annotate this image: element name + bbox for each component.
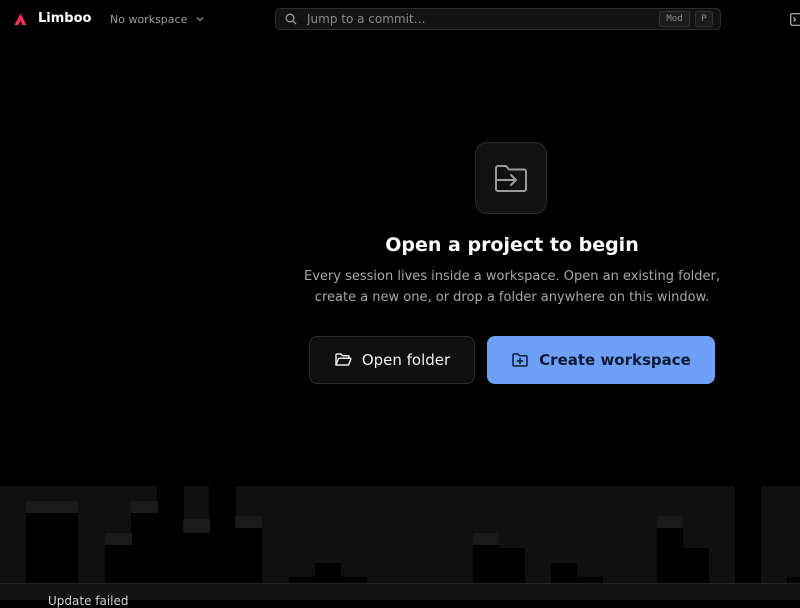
description-line-2: create a new one, or drop a folder anywh… <box>314 290 710 305</box>
status-bar: Update failed <box>0 583 800 608</box>
folder-open-icon <box>335 353 352 366</box>
workspace-selector-label: No workspace <box>110 12 188 26</box>
empty-state-title: Open a project to begin <box>385 234 639 256</box>
open-folder-button[interactable]: Open folder <box>309 336 475 384</box>
search-input[interactable] <box>305 11 649 27</box>
open-folder-label: Open folder <box>361 351 451 369</box>
empty-state-description: Every session lives inside a workspace. … <box>262 266 762 308</box>
shortcut-key-mod: Mod <box>659 11 690 27</box>
top-bar: Limboo No workspace Mod P <box>0 0 800 40</box>
create-workspace-label: Create workspace <box>539 351 691 369</box>
terminal-icon[interactable] <box>790 13 800 26</box>
background-pattern <box>0 486 800 583</box>
description-line-1: Every session lives inside a workspace. … <box>304 269 720 284</box>
pixel-pattern <box>26 486 800 583</box>
search-icon <box>285 13 297 25</box>
chevron-down-icon <box>196 17 204 22</box>
create-workspace-button[interactable]: Create workspace <box>487 336 715 384</box>
workspace-selector[interactable]: No workspace <box>104 8 211 30</box>
logo-icon[interactable] <box>14 13 27 26</box>
folder-plus-icon <box>512 353 528 367</box>
folder-open-arrow-icon <box>495 165 527 192</box>
shortcut-key-p: P <box>695 11 713 27</box>
search-bar[interactable]: Mod P <box>275 8 721 30</box>
empty-state-icon-box <box>475 142 547 214</box>
status-message: Update failed <box>48 594 129 608</box>
app-name: Limboo <box>38 11 92 26</box>
